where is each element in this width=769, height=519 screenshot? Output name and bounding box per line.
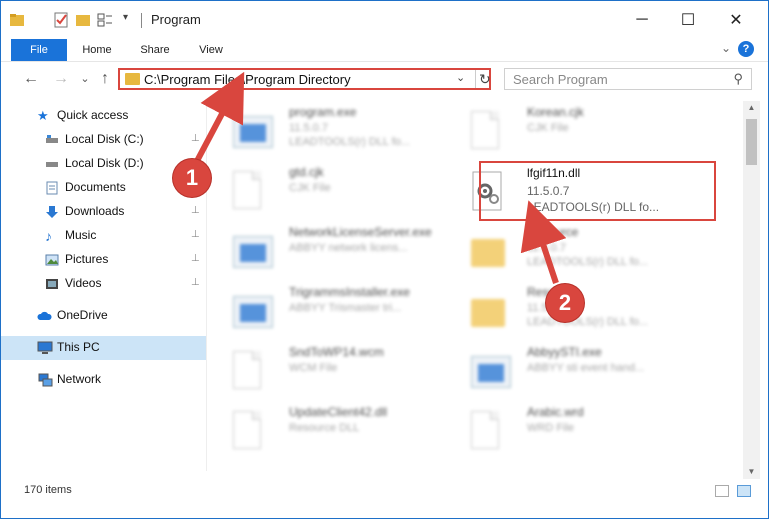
annotation-arrows [194, 71, 567, 284]
arrow-to-address-bar [194, 71, 245, 163]
step-1-badge: 1 [173, 159, 211, 197]
arrow-to-dll-file [520, 200, 567, 284]
explorer-window: ▾ Program ─ ☐ ✕ File Home Share View ⌄ ?… [0, 0, 769, 519]
step-2-badge: 2 [546, 284, 584, 322]
